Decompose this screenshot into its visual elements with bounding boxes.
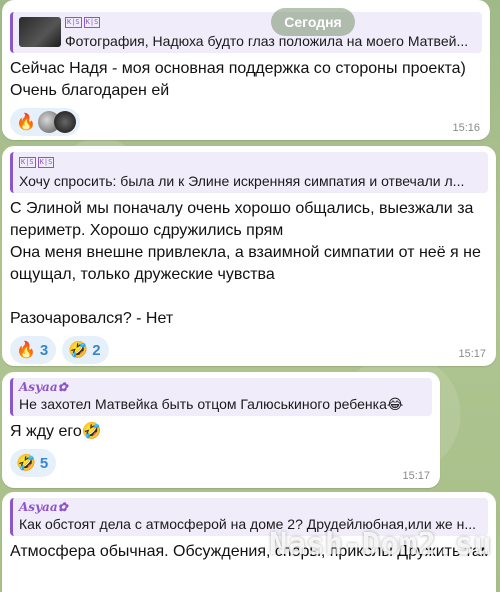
reaction-count: 3 (39, 341, 49, 359)
message-time: 15:17 (458, 348, 486, 360)
message-text: С Элиной мы поначалу очень хорошо общали… (10, 200, 481, 327)
reply-quote[interactable]: K|S K|S Хочу спросить: была ли к Элине ис… (10, 152, 488, 193)
quote-author: Asyaa✿ (19, 500, 68, 514)
message-bubble[interactable]: Asyaa✿ Не захотел Матвейка быть отцом Га… (2, 372, 440, 488)
message-time: 15:16 (452, 122, 480, 134)
rofl-icon: 🤣 (68, 342, 89, 359)
quote-author: Asyaa✿ (19, 380, 68, 394)
avatar (53, 111, 76, 133)
message-bubble[interactable]: K|S K|S Хочу спросить: была ли к Элине ис… (2, 146, 496, 366)
message-text: Сейчас Надя - моя основная поддержка со … (10, 60, 466, 99)
message-bubble[interactable]: K|S K|S Фотография, Надюха будто глаз пол… (2, 0, 490, 140)
quote-author-badges: K|S K|S (65, 17, 101, 29)
fire-icon: 🔥 (16, 342, 36, 359)
message-text: Я жду его🤣 (10, 423, 102, 440)
watermark: Nash-Dom2.su (269, 527, 492, 562)
message-time: 15:17 (402, 470, 430, 482)
fire-icon: 🔥 (16, 114, 36, 131)
date-separator: Сегодня (271, 8, 355, 36)
photo-thumbnail (19, 17, 61, 47)
quote-text: Фотография, Надюха будто глаз положила н… (65, 33, 469, 49)
quote-text: Не захотел Матвейка быть отцом Галюськин… (19, 396, 404, 412)
reply-quote[interactable]: K|S K|S Фотография, Надюха будто глаз пол… (10, 12, 482, 53)
reaction-rofl[interactable]: 🤣 2 (62, 336, 109, 364)
reply-quote[interactable]: Asyaa✿ Не захотел Матвейка быть отцом Га… (10, 378, 432, 416)
reaction-fire[interactable]: 🔥 3 (10, 336, 57, 364)
reaction-count: 2 (92, 341, 101, 359)
rofl-icon: 🤣 (16, 455, 36, 472)
reaction-rofl[interactable]: 🤣 5 (10, 449, 57, 477)
reaction-fire[interactable]: 🔥 (10, 108, 80, 136)
reaction-count: 5 (39, 454, 49, 472)
quote-text: Хочу спросить: была ли к Элине искренняя… (19, 173, 465, 189)
quote-author-badges: K|S K|S (19, 157, 55, 169)
